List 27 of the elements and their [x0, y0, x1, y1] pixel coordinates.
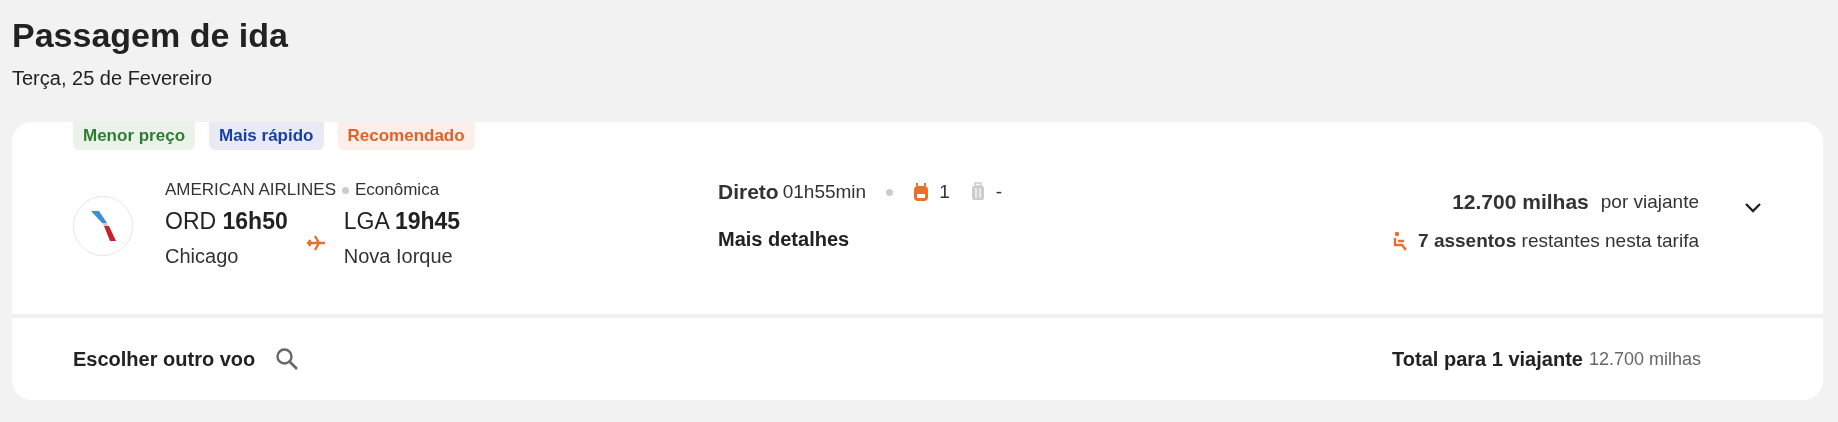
departure-city: Chicago [165, 245, 240, 268]
bag-count: - [995, 181, 1003, 203]
flight-duration: 01h55min [782, 181, 867, 203]
choose-flight-link[interactable]: Escolher outro voo [73, 347, 256, 371]
departure-time: ORD 16h50 [165, 208, 288, 235]
airline-name: AMERICAN AIRLINES [165, 180, 336, 200]
flight-tag: Recomendado [337, 122, 475, 150]
plane-icon [305, 234, 326, 252]
details-link[interactable]: Mais detalhes [718, 228, 1218, 251]
stops-label: Direto [718, 180, 779, 204]
flight-date: Terça, 25 de Fevereiro [12, 66, 214, 90]
arrival-city: Nova Iorque [343, 245, 454, 268]
separator-dot [342, 186, 349, 194]
page-title: Passagem de ida [12, 15, 289, 56]
flight-tag: Menor preço [73, 122, 196, 150]
total-label: Total para 1 viajante [1392, 347, 1583, 371]
bag-count: 1 [939, 181, 950, 203]
price-unit: por viajante [1600, 191, 1699, 213]
arrival-time: LGA 19h45 [343, 208, 461, 235]
separator-dot [886, 188, 894, 196]
seats-remaining: 7 assentos restantes nesta tarifa [1418, 230, 1699, 252]
flight-tag: Mais rápido [209, 122, 324, 150]
chevron-icon [1744, 202, 1762, 214]
search-icon[interactable] [275, 347, 300, 371]
total-value: 12.700 milhas [1588, 348, 1701, 370]
price: 12.700 milhas [1452, 190, 1589, 214]
cabin-class: Econômica [355, 180, 440, 200]
